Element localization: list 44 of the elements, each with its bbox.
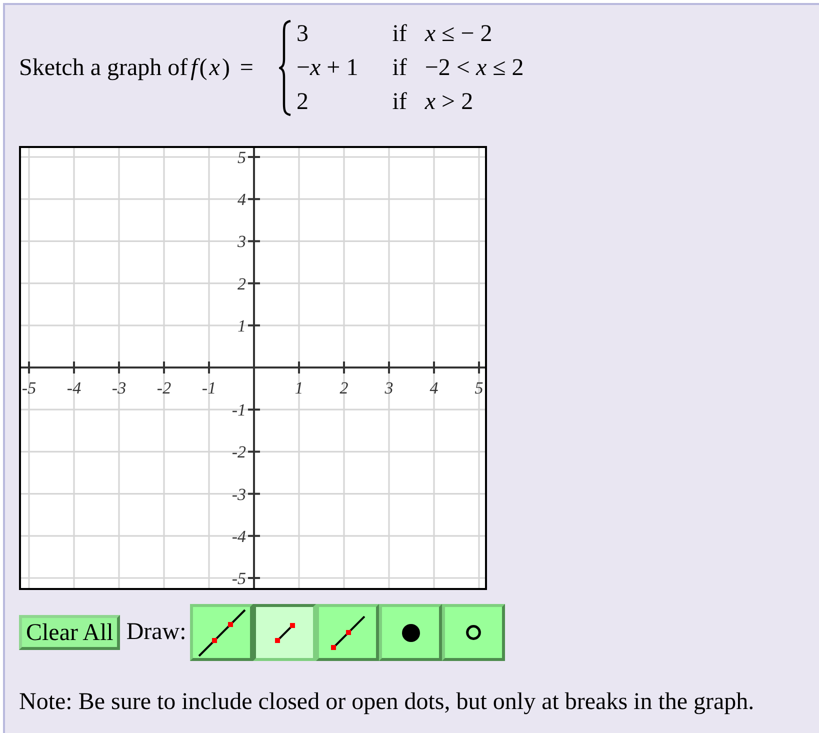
case-value: −x + 1 bbox=[296, 54, 358, 83]
tick-label: 1 bbox=[238, 316, 246, 336]
tick-label: -3 bbox=[112, 378, 126, 398]
tick-label: 5 bbox=[238, 148, 246, 167]
graph-canvas[interactable]: -5 -4 -3 -2 -1 1 2 3 4 5 5 4 3 2 1 -1 -2 -3 -4 -5 bbox=[19, 146, 487, 590]
case-keyword: if bbox=[392, 88, 407, 117]
tick-label: -1 bbox=[232, 400, 246, 420]
tick-label: 4 bbox=[238, 190, 246, 210]
function-label: f(x) = bbox=[190, 54, 256, 82]
case-value: 3 bbox=[296, 20, 310, 49]
brace-icon bbox=[279, 20, 292, 116]
tick-label: -4 bbox=[66, 378, 82, 398]
tick-label: -1 bbox=[202, 378, 216, 398]
tick-label: -2 bbox=[232, 442, 246, 462]
open-circle-icon bbox=[466, 625, 482, 640]
case-keyword: if bbox=[392, 54, 407, 83]
tick-label: -5 bbox=[22, 378, 36, 398]
tick-label: -4 bbox=[232, 526, 246, 546]
tick-label: -3 bbox=[232, 484, 246, 504]
prompt-text: Sketch a graph of bbox=[19, 54, 188, 82]
tick-label: 5 bbox=[474, 378, 484, 398]
case-condition: x ≤ − 2 bbox=[424, 20, 494, 49]
tick-label: 2 bbox=[340, 378, 348, 398]
tick-label: 2 bbox=[238, 274, 246, 294]
segment-icon bbox=[274, 622, 295, 642]
filled-dot-icon bbox=[402, 624, 420, 642]
tool-button[interactable] bbox=[190, 604, 254, 661]
line-icon bbox=[198, 608, 246, 656]
ray-icon bbox=[330, 616, 365, 650]
case-value: 2 bbox=[296, 88, 310, 117]
tick-label: 1 bbox=[294, 378, 304, 398]
case-keyword: if bbox=[392, 20, 407, 49]
tick-label: 3 bbox=[384, 378, 394, 398]
tool-button[interactable] bbox=[442, 604, 506, 661]
tick-label: 3 bbox=[238, 232, 246, 252]
tick-label: -5 bbox=[232, 569, 246, 588]
case-condition: x > 2 bbox=[424, 88, 474, 117]
draw-label: Draw: bbox=[126, 619, 186, 646]
tool-button[interactable] bbox=[379, 604, 442, 661]
tick-label: 4 bbox=[430, 378, 438, 398]
tick-label: -2 bbox=[156, 378, 172, 398]
note-text: Note: Be sure to include closed or open dots, but only at breaks in the graph. bbox=[19, 688, 756, 716]
case-condition: −2 < x ≤ 2 bbox=[424, 54, 524, 83]
clear-all-button[interactable]: Clear All bbox=[19, 615, 120, 650]
